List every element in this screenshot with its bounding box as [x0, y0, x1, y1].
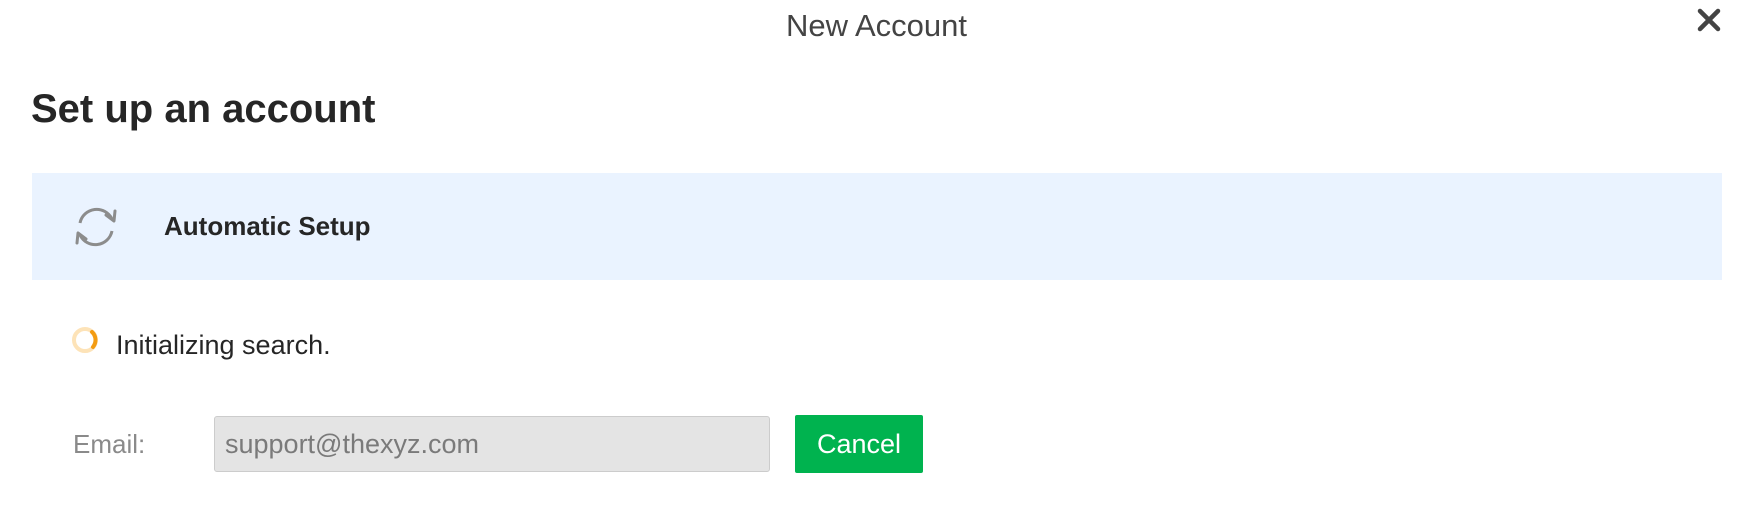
close-icon: [1697, 8, 1721, 32]
status-text: Initializing search.: [116, 330, 331, 360]
window-title: New Account: [786, 8, 967, 43]
automatic-setup-label: Automatic Setup: [164, 211, 371, 241]
loading-spinner-icon: [72, 326, 98, 353]
email-label: Email:: [73, 428, 146, 459]
email-field[interactable]: [214, 416, 770, 472]
page-title: Set up an account: [31, 87, 376, 131]
cancel-button[interactable]: Cancel: [795, 415, 923, 473]
new-account-dialog: New Account Set up an account Automatic …: [0, 0, 1753, 521]
automatic-setup-panel: Automatic Setup: [32, 173, 1722, 280]
email-row: Email: Cancel: [73, 415, 923, 473]
close-button[interactable]: [1691, 2, 1727, 38]
refresh-icon: [66, 197, 126, 257]
status-row: Initializing search.: [70, 326, 331, 361]
